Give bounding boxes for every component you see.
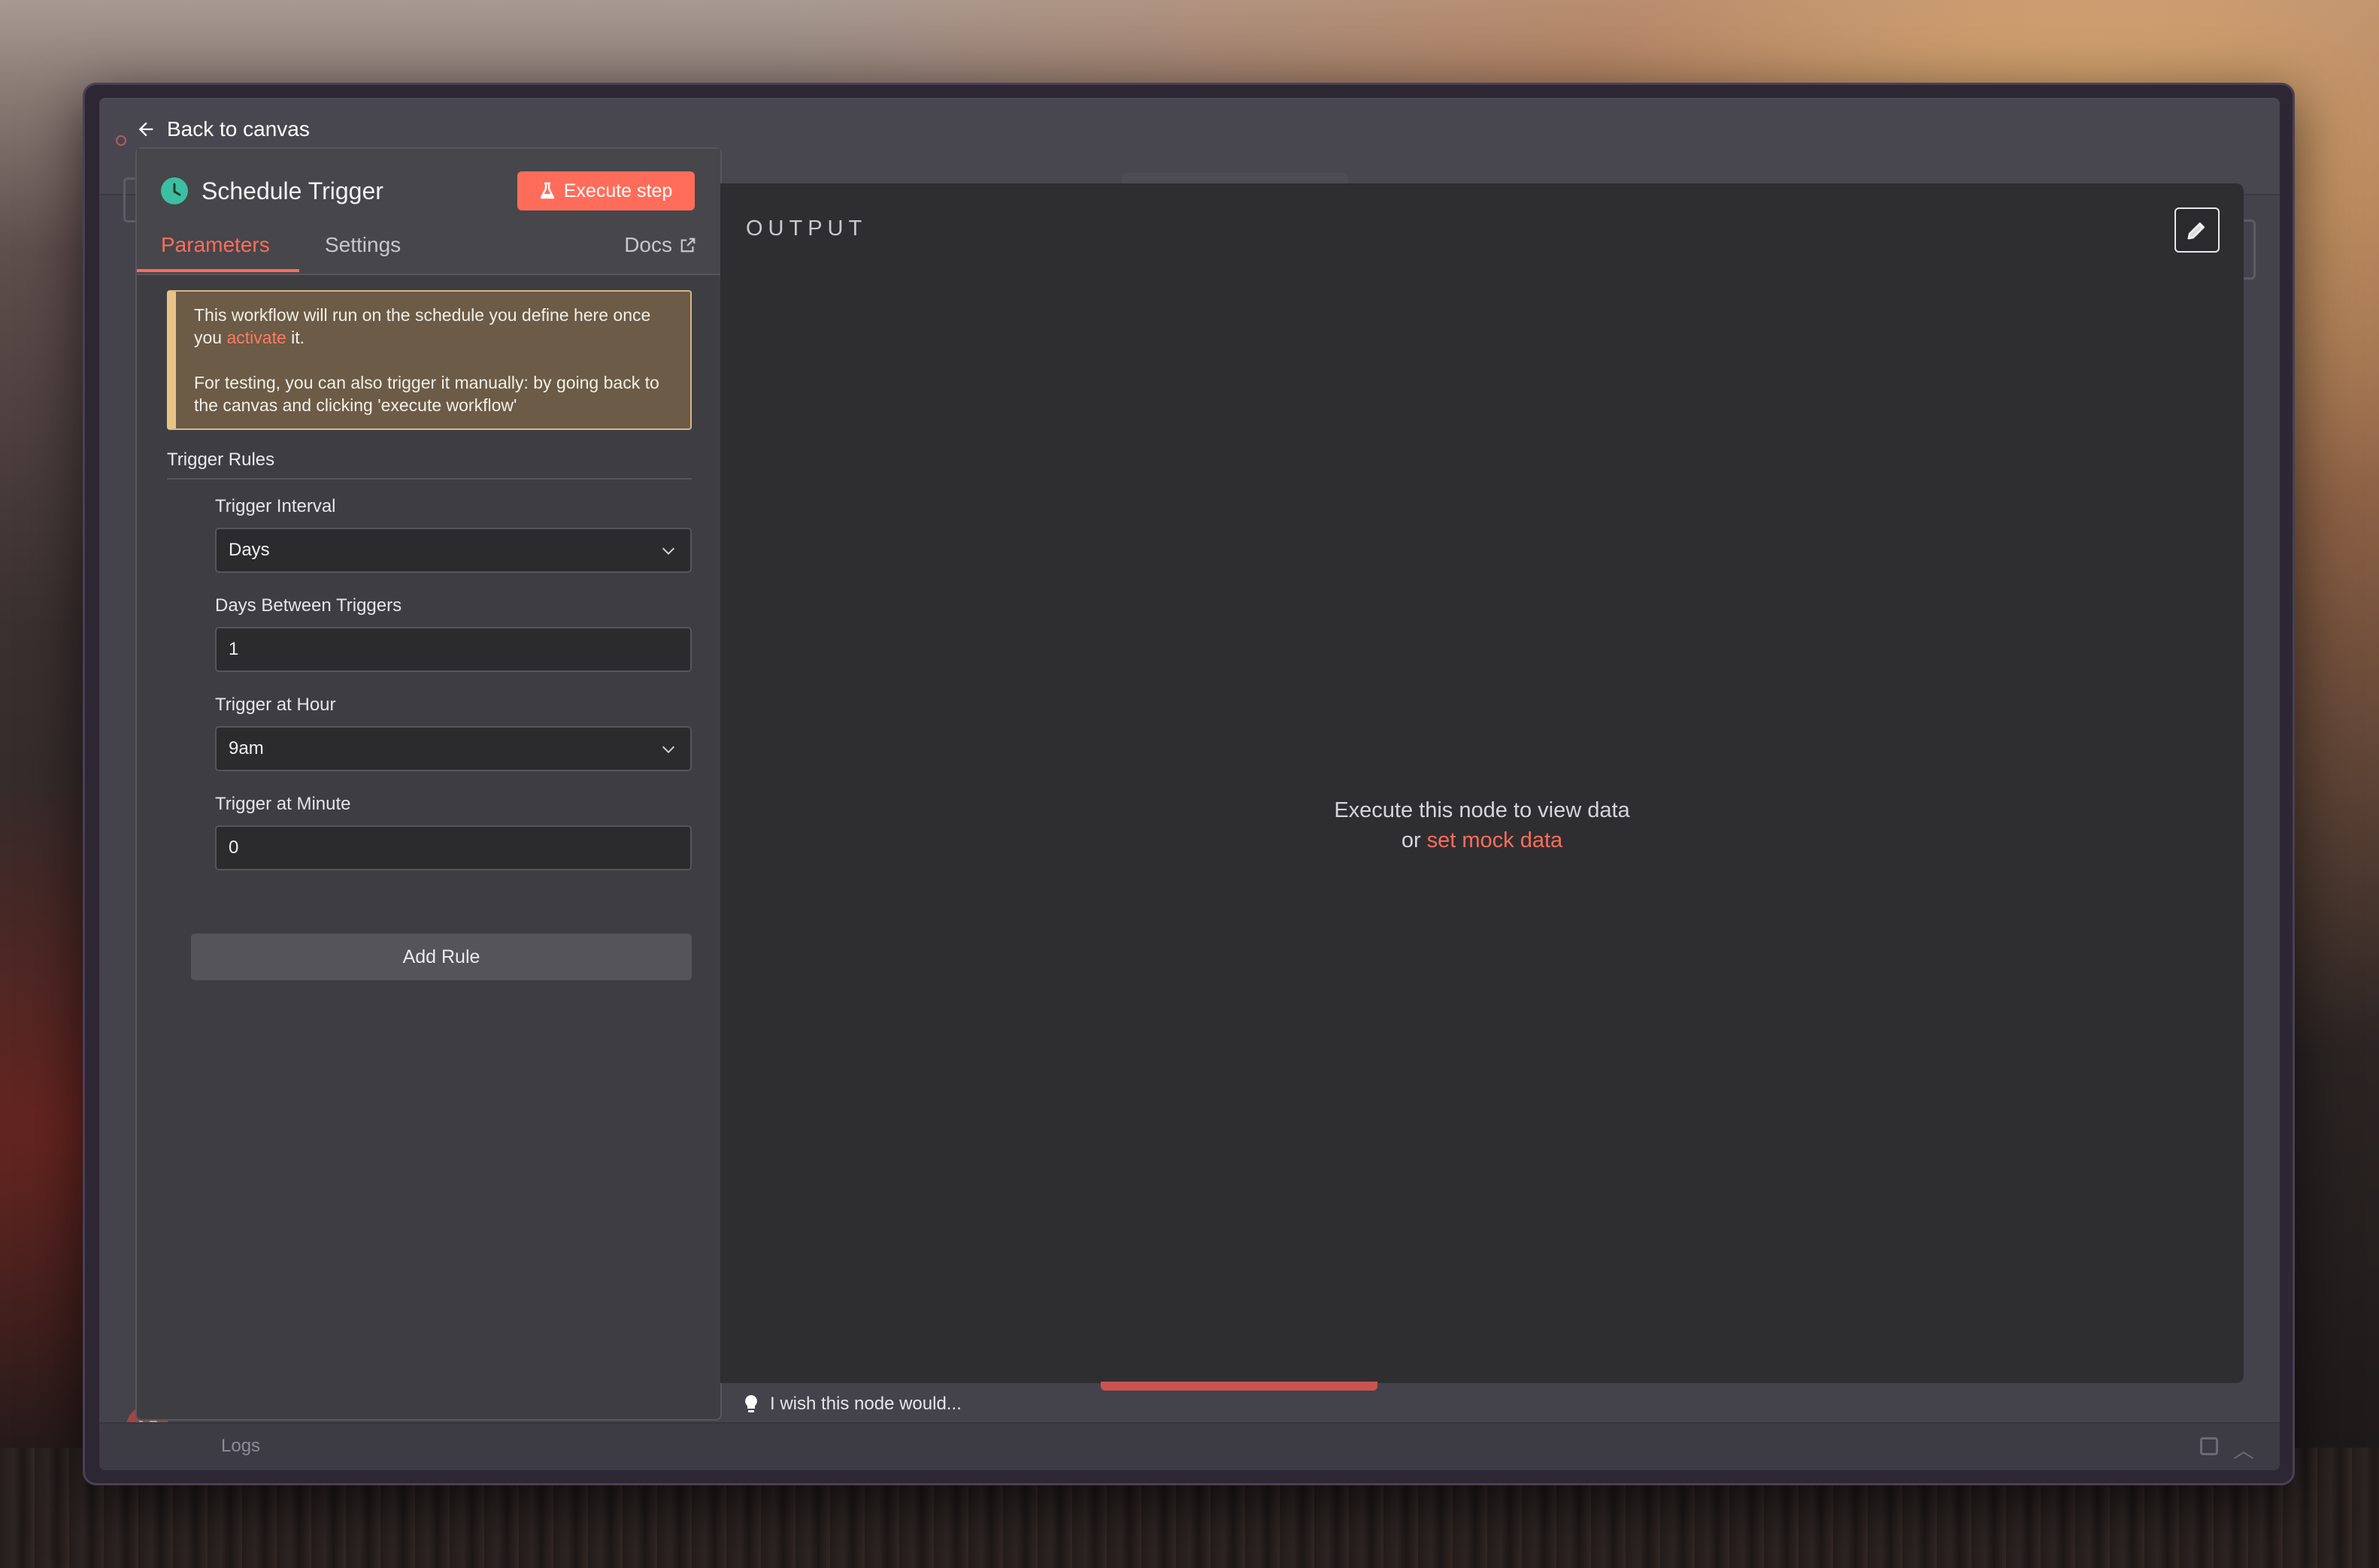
- tab-settings[interactable]: Settings: [325, 233, 401, 257]
- feedback-label: I wish this node would...: [770, 1394, 962, 1414]
- parameters-panel: Schedule Trigger Execute step Parameters…: [135, 147, 722, 1421]
- back-to-canvas-label: Back to canvas: [167, 117, 310, 141]
- chevron-up-icon[interactable]: ︿: [2233, 1434, 2254, 1464]
- trigger-hour-label: Trigger at Hour: [215, 695, 336, 715]
- logs-bar[interactable]: Logs ︿: [99, 1422, 2280, 1470]
- tab-active-indicator: [137, 269, 299, 272]
- panel-tabs: Parameters Settings Docs: [137, 232, 720, 275]
- add-rule-button[interactable]: Add Rule: [191, 934, 692, 980]
- back-to-canvas-link[interactable]: Back to canvas: [135, 117, 310, 141]
- arrow-left-icon: [138, 122, 153, 137]
- trigger-interval-label: Trigger Interval: [215, 496, 336, 516]
- output-panel: OUTPUT Execute this node to view data or…: [720, 183, 2244, 1383]
- trigger-interval-select[interactable]: Days: [215, 528, 692, 573]
- chevron-down-icon: [662, 547, 675, 555]
- output-title: OUTPUT: [746, 216, 868, 241]
- panel-resize-handle[interactable]: [1101, 1382, 1377, 1391]
- trigger-minute-input[interactable]: 0: [215, 825, 692, 870]
- feedback-link[interactable]: I wish this node would...: [743, 1394, 962, 1415]
- edit-output-button[interactable]: [2174, 207, 2220, 253]
- notice-line-2: For testing, you can also trigger it man…: [194, 373, 659, 415]
- schedule-notice: This workflow will run on the schedule y…: [167, 290, 692, 430]
- trigger-hour-select[interactable]: 9am: [215, 726, 692, 771]
- days-between-input[interactable]: 1: [215, 627, 692, 672]
- trigger-minute-label: Trigger at Minute: [215, 794, 351, 814]
- flask-icon: [540, 182, 554, 199]
- output-empty-state: Execute this node to view data or set mo…: [720, 795, 2244, 855]
- chevron-down-icon: [662, 746, 675, 754]
- activate-link[interactable]: activate: [226, 328, 286, 347]
- docs-link[interactable]: Docs: [624, 233, 696, 257]
- docs-label: Docs: [624, 233, 672, 256]
- execute-step-label: Execute step: [563, 180, 673, 201]
- pencil-icon: [2187, 222, 2205, 240]
- trigger-interval-value: Days: [229, 540, 270, 560]
- popout-icon[interactable]: [2200, 1437, 2218, 1455]
- clock-icon: [161, 177, 188, 204]
- external-link-icon: [680, 238, 696, 253]
- canvas-dot: [116, 135, 126, 146]
- notice-line-1: This workflow will run on the schedule y…: [194, 305, 651, 347]
- tab-parameters[interactable]: Parameters: [161, 233, 270, 257]
- days-between-value: 1: [229, 639, 239, 659]
- node-title: Schedule Trigger: [202, 177, 383, 204]
- logs-label: Logs: [221, 1436, 261, 1456]
- lightbulb-icon: [745, 1395, 757, 1412]
- trigger-minute-value: 0: [229, 837, 239, 858]
- execute-step-button[interactable]: Execute step: [517, 171, 695, 210]
- panel-header: Schedule Trigger Execute step Parameters…: [137, 149, 720, 275]
- empty-line-1: Execute this node to view data: [1334, 798, 1630, 822]
- trigger-rules-heading: Trigger Rules: [167, 450, 692, 480]
- set-mock-data-link[interactable]: set mock data: [1427, 828, 1563, 852]
- empty-line-2: or set mock data: [1401, 828, 1563, 852]
- trigger-hour-value: 9am: [229, 738, 264, 758]
- days-between-label: Days Between Triggers: [215, 595, 402, 616]
